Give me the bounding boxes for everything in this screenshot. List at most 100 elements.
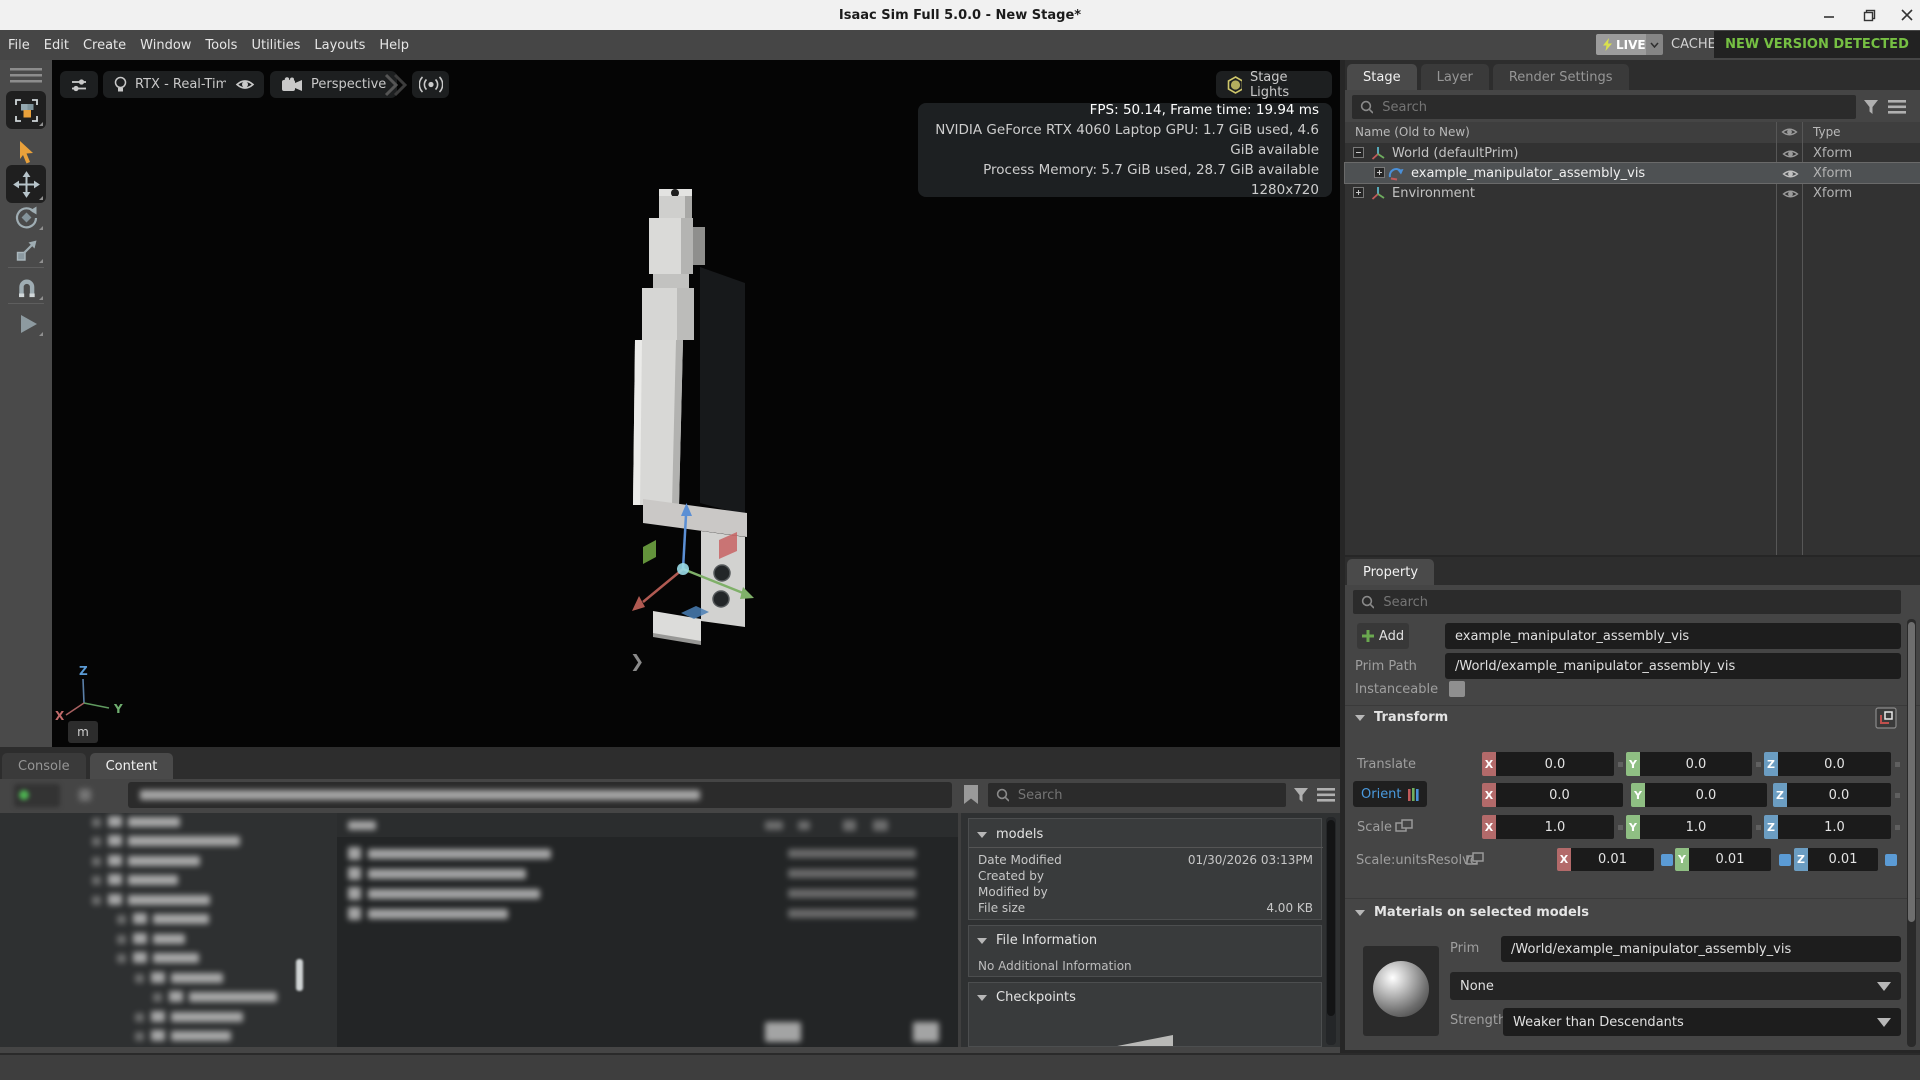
eye-icon[interactable] — [1782, 168, 1799, 180]
menu-layouts[interactable]: Layouts — [314, 38, 365, 53]
units-x-field[interactable]: 0.01 — [1571, 848, 1654, 871]
file-list-header[interactable] — [337, 813, 958, 837]
tab-stage[interactable]: Stage — [1347, 64, 1417, 90]
play-tool[interactable] — [6, 307, 46, 339]
orient-x-field[interactable]: 0.0 — [1496, 783, 1623, 807]
eye-icon[interactable] — [1782, 188, 1799, 200]
stage-row-environment[interactable]: Environment Xform — [1345, 183, 1920, 203]
toolbar-chevrons-icon[interactable] — [383, 73, 407, 97]
info-scrollbar-thumb[interactable] — [1327, 820, 1335, 1016]
translate-x-field[interactable]: 0.0 — [1496, 752, 1614, 776]
redacted-import-button[interactable] — [14, 784, 60, 807]
tab-property[interactable]: Property — [1347, 559, 1434, 585]
select-tool[interactable] — [6, 135, 46, 167]
units-z-field[interactable]: 0.01 — [1808, 848, 1878, 871]
property-search-input[interactable] — [1381, 594, 1893, 611]
expand-toggle[interactable] — [1353, 187, 1364, 198]
rotate-tool[interactable] — [6, 201, 46, 233]
file-information-header[interactable]: File Information — [977, 933, 1097, 948]
content-file-list[interactable] — [337, 813, 958, 1047]
content-search[interactable] — [988, 783, 1286, 807]
redacted-nav-icon[interactable] — [79, 789, 91, 801]
menu-tools[interactable]: Tools — [205, 38, 237, 53]
filter-icon[interactable] — [1863, 99, 1879, 115]
viewport-expand-chevron[interactable]: ❯ — [630, 652, 644, 672]
property-search[interactable] — [1353, 590, 1901, 614]
transform-section-header[interactable]: Transform — [1355, 710, 1448, 725]
prim-name-field[interactable]: example_manipulator_assembly_vis — [1445, 623, 1901, 649]
scale-x-field[interactable]: 1.0 — [1496, 815, 1614, 839]
options-menu-icon[interactable] — [1888, 100, 1906, 114]
tab-layer[interactable]: Layer — [1421, 64, 1489, 90]
menu-file[interactable]: File — [8, 38, 30, 53]
property-scrollbar-track[interactable] — [1907, 619, 1916, 1047]
orient-label-box[interactable]: Orient — [1353, 781, 1427, 807]
redacted-thumbnail[interactable] — [913, 1022, 939, 1042]
units-x-mixed-indicator[interactable] — [1661, 854, 1673, 866]
tab-render-settings[interactable]: Render Settings — [1493, 64, 1629, 90]
visibility-column-icon[interactable] — [1781, 126, 1798, 138]
orient-y-field[interactable]: 0.0 — [1645, 783, 1767, 807]
scale-y-field[interactable]: 1.0 — [1640, 815, 1752, 839]
eye-icon[interactable] — [1782, 148, 1799, 160]
scale-tool[interactable] — [6, 234, 46, 266]
material-select[interactable]: None — [1450, 972, 1901, 1000]
link-icon[interactable] — [1466, 852, 1484, 866]
options-menu-icon[interactable] — [1317, 788, 1335, 802]
robot-model[interactable] — [595, 175, 805, 655]
tab-console[interactable]: Console — [2, 753, 86, 779]
content-folder-tree[interactable] — [0, 813, 337, 1047]
selection-mode-tool[interactable] — [6, 91, 46, 129]
stage-search[interactable] — [1352, 95, 1856, 119]
property-scrollbar-thumb[interactable] — [1908, 622, 1915, 922]
expand-toggle[interactable] — [1374, 167, 1385, 178]
add-button[interactable]: Add — [1357, 623, 1409, 649]
live-dropdown-button[interactable] — [1646, 34, 1663, 55]
waypoint-button[interactable] — [412, 71, 449, 98]
menu-window[interactable]: Window — [140, 38, 191, 53]
snap-tool[interactable] — [6, 271, 46, 303]
scale-z-field[interactable]: 1.0 — [1778, 815, 1891, 839]
viewport-settings-button[interactable] — [60, 71, 98, 98]
gizmo-x-axis[interactable] — [643, 569, 683, 602]
live-sync-button[interactable]: LIVE — [1596, 34, 1653, 55]
menu-help[interactable]: Help — [379, 38, 409, 53]
link-icon[interactable] — [1395, 819, 1413, 833]
stage-row-world[interactable]: World (defaultPrim) Xform — [1345, 143, 1920, 163]
type-column-header[interactable]: Type — [1813, 125, 1841, 139]
tree-scrollbar-thumb[interactable] — [296, 959, 303, 991]
material-prim-field[interactable]: /World/example_manipulator_assembly_vis — [1501, 936, 1901, 962]
orient-z-field[interactable]: 0.0 — [1787, 783, 1891, 807]
minimize-button[interactable] — [1812, 0, 1846, 30]
unit-button[interactable]: m — [68, 721, 98, 743]
units-y-mixed-indicator[interactable] — [1779, 854, 1791, 866]
materials-section-header[interactable]: Materials on selected models — [1355, 905, 1589, 920]
units-z-mixed-indicator[interactable] — [1885, 854, 1897, 866]
units-y-field[interactable]: 0.01 — [1689, 848, 1771, 871]
stage-row-selected[interactable]: example_manipulator_assembly_vis Xform — [1345, 163, 1920, 183]
camera-button[interactable]: Perspective — [270, 71, 397, 98]
menu-edit[interactable]: Edit — [44, 38, 69, 53]
visibility-button[interactable] — [226, 71, 264, 98]
name-column-header[interactable]: Name (Old to New) — [1355, 125, 1470, 139]
viewport-canvas[interactable]: RTX - Real-Time Perspective — [52, 60, 1340, 747]
gizmo-plane-yz[interactable] — [643, 540, 656, 564]
filter-icon[interactable] — [1293, 787, 1309, 803]
translate-z-field[interactable]: 0.0 — [1778, 752, 1891, 776]
menu-create[interactable]: Create — [83, 38, 126, 53]
gizmo-center-handle[interactable] — [677, 563, 689, 575]
models-section-header[interactable]: models — [977, 827, 1043, 842]
close-button[interactable] — [1890, 0, 1920, 30]
transform-options-icon[interactable] — [1875, 707, 1897, 729]
redacted-path-field[interactable] — [128, 782, 952, 808]
info-scrollbar-track[interactable] — [1326, 817, 1336, 1045]
checkpoints-header[interactable]: Checkpoints — [977, 990, 1076, 1005]
stage-search-input[interactable] — [1380, 99, 1848, 116]
content-search-input[interactable] — [1016, 787, 1278, 804]
translate-y-field[interactable]: 0.0 — [1640, 752, 1752, 776]
prim-path-field[interactable]: /World/example_manipulator_assembly_vis — [1445, 653, 1901, 679]
version-alert[interactable]: NEW VERSION DETECTED — [1714, 31, 1920, 58]
menu-utilities[interactable]: Utilities — [251, 38, 300, 53]
strength-select[interactable]: Weaker than Descendants — [1503, 1008, 1901, 1036]
redacted-thumbnail[interactable] — [765, 1022, 801, 1042]
